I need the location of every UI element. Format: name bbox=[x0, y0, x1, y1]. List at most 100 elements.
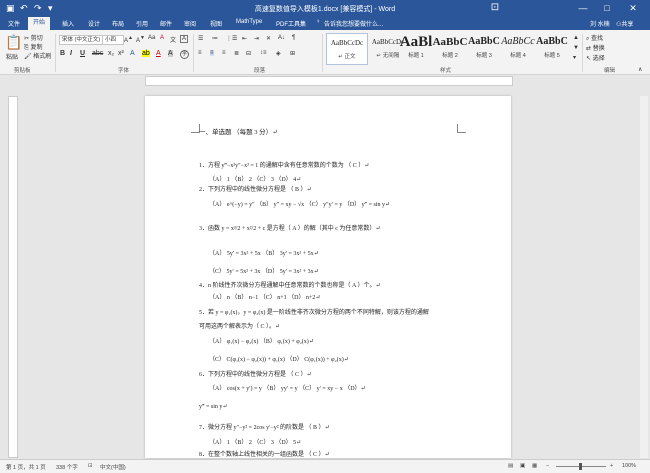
question-2: 2．下列方程中的线性微分方程是 （ B ）↵ bbox=[199, 187, 312, 193]
distributed-icon[interactable]: ⊟ bbox=[246, 50, 251, 57]
proofing-icon[interactable]: ⊡ bbox=[88, 463, 93, 469]
print-layout-icon[interactable]: ▣ bbox=[520, 463, 525, 469]
tab-home[interactable]: 开始 bbox=[28, 17, 51, 30]
align-left-icon[interactable]: ≡ bbox=[198, 50, 202, 56]
enclose-char-icon[interactable]: 字 bbox=[180, 50, 189, 59]
phonetic-guide-icon[interactable]: 文 bbox=[170, 35, 176, 44]
tab-file[interactable]: 文件 bbox=[8, 19, 20, 28]
lightbulb-icon: ♀ bbox=[316, 19, 321, 25]
title-bar: ▣ ↶ ↷ ▾ 高速复数值导入模板1.docx [兼容模式] - Word ⊡ … bbox=[0, 0, 650, 17]
shrink-font-icon[interactable]: A▼ bbox=[136, 35, 145, 44]
margin-corner-mark bbox=[457, 124, 466, 133]
zoom-in-button[interactable]: + bbox=[610, 463, 613, 469]
tab-references[interactable]: 引用 bbox=[136, 19, 148, 28]
bullets-icon[interactable]: ☰ bbox=[198, 35, 203, 42]
multilevel-list-icon[interactable]: ⋮☰ bbox=[226, 35, 237, 42]
horizontal-ruler[interactable] bbox=[145, 76, 513, 86]
question-8: 8．在整个数轴上线性相关的一组函数是 （ C ）↵ bbox=[199, 452, 330, 458]
tab-view[interactable]: 视图 bbox=[210, 19, 222, 28]
align-right-icon[interactable]: ≡ bbox=[222, 50, 226, 56]
paste-button[interactable]: 粘贴 bbox=[6, 52, 18, 61]
increase-indent-icon[interactable]: ⇥ bbox=[254, 35, 259, 42]
tab-layout[interactable]: 布局 bbox=[112, 19, 124, 28]
font-size-select[interactable]: 小四 bbox=[102, 35, 124, 45]
document-page[interactable]: 一、单选题 （每题 3 分）↵ 1．方程 y‴−x²y″−x³ = 1 的通解中… bbox=[145, 96, 511, 458]
user-name[interactable]: 刘 水楠 bbox=[590, 19, 610, 28]
collapse-ribbon-icon[interactable]: ∧ bbox=[638, 66, 642, 73]
styles-group-label: 样式 bbox=[440, 68, 452, 74]
word-count[interactable]: 338 个字 bbox=[56, 463, 78, 471]
share-button[interactable]: ⚇共享 bbox=[616, 19, 633, 28]
zoom-out-button[interactable]: − bbox=[546, 463, 549, 469]
char-shading-icon[interactable]: A bbox=[168, 50, 173, 57]
minimize-button[interactable]: — bbox=[576, 2, 590, 14]
strikethrough-button[interactable]: abc bbox=[92, 50, 103, 57]
shading-icon[interactable]: ◈ bbox=[276, 50, 281, 57]
select-button[interactable]: ↖ 选择 bbox=[586, 53, 605, 62]
maximize-button[interactable]: □ bbox=[600, 2, 614, 14]
chevron-up-icon[interactable]: ▲ bbox=[573, 35, 579, 41]
tab-design[interactable]: 设计 bbox=[88, 19, 100, 28]
language[interactable]: 中文(中国) bbox=[100, 463, 126, 471]
superscript-button[interactable]: x² bbox=[118, 50, 124, 57]
ribbon-display-icon[interactable]: ⊡ bbox=[488, 2, 502, 14]
italic-button[interactable]: I bbox=[70, 50, 72, 57]
options-6-cont: y‴ = sin y↵ bbox=[199, 404, 228, 410]
font-name-select[interactable]: 宋体 (中文正文) bbox=[59, 35, 103, 45]
zoom-level[interactable]: 100% bbox=[622, 463, 636, 469]
close-button[interactable]: ✕ bbox=[626, 2, 640, 14]
divider bbox=[322, 34, 323, 72]
numbering-icon[interactable]: ≔ bbox=[212, 35, 218, 42]
tab-mathtype[interactable]: MathType bbox=[236, 19, 262, 25]
grow-font-icon[interactable]: A▲ bbox=[124, 35, 133, 44]
change-case-icon[interactable]: Aa bbox=[148, 35, 155, 41]
ribbon-tabs: 文件 开始 插入 设计 布局 引用 邮件 审阅 视图 MathType PDF工… bbox=[0, 17, 650, 30]
styles-scroll[interactable]: ▲ ▼ ▾ bbox=[573, 33, 579, 63]
chinese-layout-icon[interactable]: ✕ bbox=[266, 35, 271, 42]
select-label: 选择 bbox=[592, 56, 605, 62]
question-4: 4．n 阶线性齐次微分方程通解中任意常数的个数也称是（ A ）个。↵ bbox=[199, 283, 381, 289]
web-layout-icon[interactable]: ▦ bbox=[532, 463, 537, 469]
borders-icon[interactable]: ⊞ bbox=[290, 50, 295, 57]
tab-insert[interactable]: 插入 bbox=[62, 19, 74, 28]
page-count[interactable]: 第 1 页，共 1 页 bbox=[6, 463, 46, 471]
find-button[interactable]: ⌕ 查找 bbox=[586, 33, 603, 43]
line-spacing-icon[interactable]: ↕≡ bbox=[260, 50, 267, 56]
show-marks-icon[interactable]: ¶ bbox=[292, 35, 295, 41]
window-title: 高速复数值导入模板1.docx [兼容模式] - Word bbox=[254, 6, 396, 13]
style-heading-5[interactable]: AaBbC 标题 5 bbox=[532, 33, 572, 63]
align-center-icon[interactable]: ≡ bbox=[210, 50, 214, 56]
format-painter-button[interactable]: 🖌 格式刷 bbox=[24, 51, 51, 60]
zoom-slider-thumb[interactable] bbox=[579, 463, 582, 470]
justify-icon[interactable]: ≣ bbox=[234, 50, 239, 57]
replace-button[interactable]: ⇄ 替换 bbox=[586, 43, 605, 52]
style-normal[interactable]: AaBbCcDc ↵ 正文 bbox=[326, 33, 368, 65]
sort-icon[interactable]: A↓ bbox=[278, 35, 285, 41]
bold-button[interactable]: B bbox=[60, 50, 65, 57]
highlight-icon[interactable]: ab bbox=[142, 50, 150, 57]
read-mode-icon[interactable]: ▤ bbox=[508, 463, 513, 469]
text-effects-icon[interactable]: A bbox=[130, 50, 135, 57]
more-icon[interactable]: ▾ bbox=[573, 55, 576, 61]
tell-me-input[interactable]: 告诉我您想要做什么... bbox=[324, 19, 383, 28]
char-border-icon[interactable]: A bbox=[180, 35, 189, 43]
vertical-ruler[interactable] bbox=[8, 96, 18, 458]
question-7: 7．微分方程 y″−y² = 2cos y′−y² 的阶数是 （ B ）↵ bbox=[199, 425, 330, 431]
tab-mailings[interactable]: 邮件 bbox=[160, 19, 172, 28]
underline-button[interactable]: U bbox=[80, 50, 85, 57]
chevron-down-icon[interactable]: ▼ bbox=[573, 45, 579, 51]
options-6: （A） cos(x + y′) = y （B） yy′ = y （C） y′ =… bbox=[209, 386, 366, 392]
cut-button[interactable]: ✂ 剪切 bbox=[24, 33, 43, 42]
share-label: 共享 bbox=[621, 22, 634, 28]
decrease-indent-icon[interactable]: ⇤ bbox=[242, 35, 247, 42]
paragraph-group-label: 段落 bbox=[254, 68, 266, 74]
tab-pdf-tools[interactable]: PDF工具集 bbox=[276, 19, 306, 28]
paste-icon[interactable]: 📋 bbox=[5, 34, 22, 51]
editing-group-label: 编辑 bbox=[604, 68, 616, 74]
vertical-scrollbar[interactable] bbox=[640, 96, 648, 458]
tab-review[interactable]: 审阅 bbox=[184, 19, 196, 28]
subscript-button[interactable]: x₂ bbox=[108, 50, 114, 57]
clear-format-icon[interactable]: A bbox=[160, 35, 164, 41]
font-color-icon[interactable]: A bbox=[156, 50, 161, 57]
question-5-cont: 可用这两个解表示为（ C ）。↵ bbox=[199, 324, 281, 330]
